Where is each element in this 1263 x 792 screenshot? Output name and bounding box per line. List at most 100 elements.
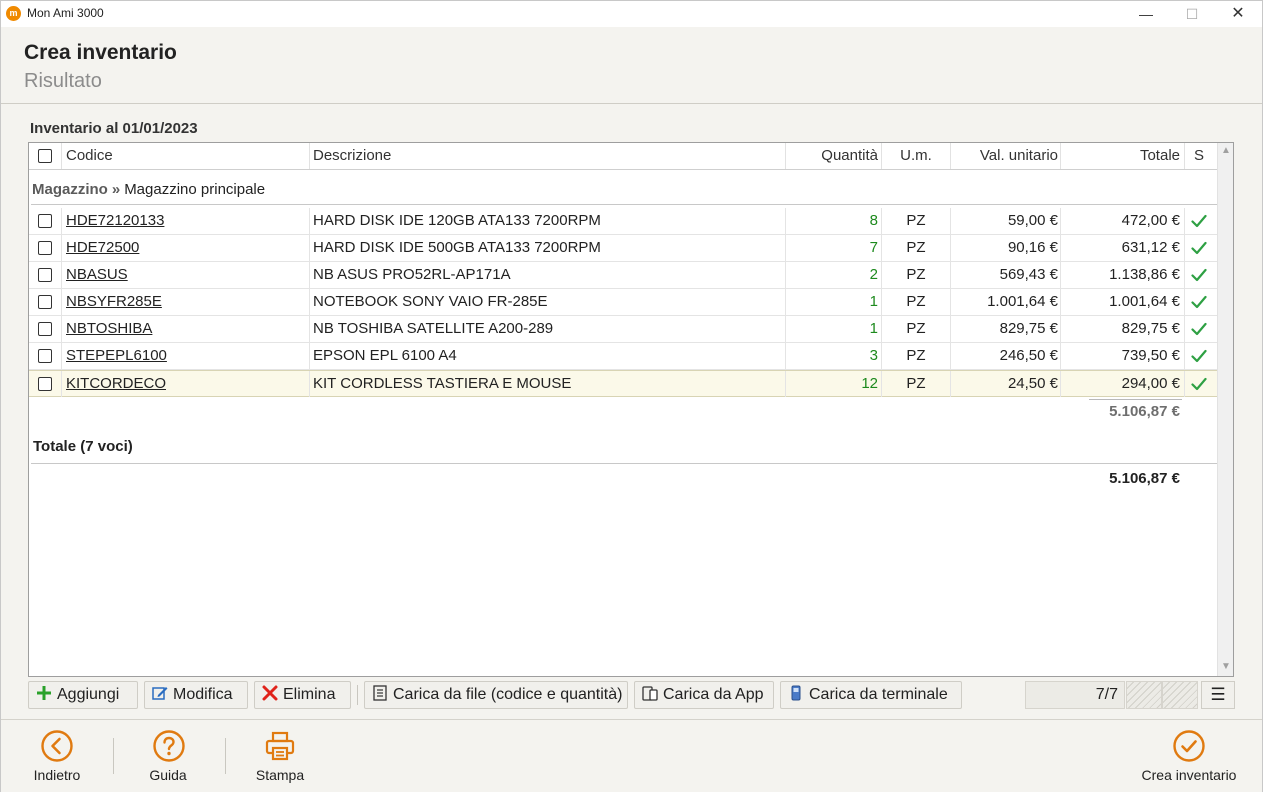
add-button-label: Aggiungi: [57, 686, 120, 703]
row-checkbox[interactable]: [38, 241, 52, 255]
item-unit: PZ: [906, 347, 926, 364]
total-label: Totale (7 voci): [33, 438, 133, 455]
table-row[interactable]: NBASUS NB ASUS PRO52RL-AP171A 2 PZ 569,43 € 1…: [29, 262, 1217, 289]
title-bar: m Mon Ami 3000 — ☐ ✕: [1, 1, 1262, 27]
back-arrow-icon: [41, 730, 73, 762]
item-description: NB ASUS PRO52RL-AP171A: [313, 266, 511, 283]
row-checkbox[interactable]: [38, 349, 52, 363]
main-content: Inventario al 01/01/2023 Codice Descrizi…: [1, 105, 1262, 719]
print-button-label: Stampa: [255, 767, 305, 783]
load-from-app-button[interactable]: Carica da App: [634, 681, 774, 709]
column-header-total[interactable]: Totale: [1062, 143, 1180, 169]
status-check-icon: [1191, 295, 1207, 309]
vertical-scrollbar[interactable]: ▲ ▼: [1217, 143, 1233, 676]
scroll-up-icon[interactable]: ▲: [1218, 143, 1234, 159]
item-unit: PZ: [906, 239, 926, 256]
table-row[interactable]: HDE72120133 HARD DISK IDE 120GB ATA133 72…: [29, 208, 1217, 235]
status-check-icon: [1191, 377, 1207, 391]
maximize-button[interactable]: ☐: [1169, 1, 1215, 27]
item-unit: PZ: [906, 320, 926, 337]
table-row[interactable]: NBSYFR285E NOTEBOOK SONY VAIO FR-285E 1 PZ 1…: [29, 289, 1217, 316]
select-all-checkbox[interactable]: [38, 149, 52, 163]
column-header-code[interactable]: Codice: [66, 143, 113, 169]
status-check-icon: [1191, 241, 1207, 255]
item-description: KIT CORDLESS TASTIERA E MOUSE: [313, 375, 572, 392]
item-quantity: 1: [869, 293, 878, 310]
item-quantity: 3: [869, 347, 878, 364]
breadcrumb-separator: »: [111, 181, 121, 198]
column-header-description[interactable]: Descrizione: [313, 143, 391, 169]
help-button-label: Guida: [149, 767, 187, 783]
row-checkbox[interactable]: [38, 377, 52, 391]
item-code-link[interactable]: HDE72500: [66, 235, 306, 261]
edit-icon: [152, 687, 168, 700]
row-checkbox[interactable]: [38, 295, 52, 309]
disabled-nav-next: [1162, 681, 1198, 709]
section-title: Inventario al 01/01/2023: [30, 120, 198, 137]
table-row[interactable]: STEPEPL6100 EPSON EPL 6100 A4 3 PZ 246,50 € 7…: [29, 343, 1217, 370]
item-unit: PZ: [906, 375, 926, 392]
item-unit: PZ: [906, 293, 926, 310]
column-header-status[interactable]: S: [1185, 143, 1213, 169]
item-unit-value: 1.001,64 €: [987, 293, 1058, 310]
item-description: EPSON EPL 6100 A4: [313, 347, 457, 364]
item-quantity: 7: [869, 239, 878, 256]
item-code-link[interactable]: HDE72120133: [66, 208, 306, 234]
column-header-unit-value[interactable]: Val. unitario: [952, 143, 1058, 169]
page-subtitle: Risultato: [24, 70, 102, 92]
status-check-icon: [1191, 349, 1207, 363]
confirm-check-icon: [1173, 730, 1205, 762]
table-row[interactable]: KITCORDECO KIT CORDLESS TASTIERA E MOUSE 1…: [29, 370, 1217, 397]
group-header: Magazzino» Magazzino principale: [32, 181, 265, 198]
back-button[interactable]: Indietro: [1, 720, 113, 792]
item-description: HARD DISK IDE 500GB ATA133 7200RPM: [313, 239, 601, 256]
item-unit-value: 246,50 €: [999, 347, 1058, 364]
window-title: Mon Ami 3000: [27, 6, 104, 20]
item-code-link[interactable]: STEPEPL6100: [66, 343, 306, 369]
item-code-link[interactable]: NBSYFR285E: [66, 289, 306, 315]
add-button[interactable]: Aggiungi: [28, 681, 138, 709]
item-total: 294,00 €: [1121, 375, 1180, 392]
item-code-link[interactable]: NBTOSHIBA: [66, 316, 306, 342]
row-checkbox[interactable]: [38, 322, 52, 336]
item-quantity: 8: [869, 212, 878, 229]
grid-header: Codice Descrizione Quantità U.m. Val. un…: [29, 143, 1217, 170]
load-from-terminal-button[interactable]: Carica da terminale: [780, 681, 962, 709]
group-level-1: Magazzino: [32, 181, 108, 198]
item-quantity: 12: [861, 375, 878, 392]
item-total: 829,75 €: [1121, 320, 1180, 337]
status-check-icon: [1191, 214, 1207, 228]
item-code-link[interactable]: KITCORDECO: [66, 371, 306, 397]
item-quantity: 1: [869, 320, 878, 337]
item-code-link[interactable]: NBASUS: [66, 262, 306, 288]
edit-button[interactable]: Modifica: [144, 681, 248, 709]
item-description: NB TOSHIBA SATELLITE A200-289: [313, 320, 554, 337]
table-row[interactable]: HDE72500 HARD DISK IDE 500GB ATA133 7200R…: [29, 235, 1217, 262]
minimize-button[interactable]: —: [1123, 1, 1169, 27]
load-from-file-label: Carica da file (codice e quantità): [393, 686, 623, 703]
item-quantity: 2: [869, 266, 878, 283]
table-row[interactable]: NBTOSHIBA NB TOSHIBA SATELLITE A200-289 1 P…: [29, 316, 1217, 343]
print-button[interactable]: Stampa: [226, 720, 336, 792]
delete-button[interactable]: Elimina: [254, 681, 351, 709]
status-check-icon: [1191, 322, 1207, 336]
menu-button[interactable]: ☰: [1201, 681, 1235, 709]
page-title: Crea inventario: [24, 41, 177, 64]
item-unit-value: 829,75 €: [999, 320, 1058, 337]
grand-total: 5.106,87 €: [1109, 470, 1180, 487]
status-check-icon: [1191, 268, 1207, 282]
column-header-unit[interactable]: U.m.: [883, 143, 949, 169]
printer-icon: [265, 731, 295, 761]
load-from-file-button[interactable]: Carica da file (codice e quantità): [364, 681, 628, 709]
row-checkbox[interactable]: [38, 214, 52, 228]
column-header-quantity[interactable]: Quantità: [786, 143, 878, 169]
help-button[interactable]: Guida: [114, 720, 224, 792]
create-inventory-button[interactable]: Crea inventario: [1129, 720, 1249, 792]
scroll-down-icon[interactable]: ▼: [1218, 659, 1234, 675]
item-unit: PZ: [906, 266, 926, 283]
row-checkbox[interactable]: [38, 268, 52, 282]
item-total: 1.001,64 €: [1109, 293, 1180, 310]
footer-bar: Indietro Guida Stampa Crea inventario: [1, 719, 1262, 792]
app-window: m Mon Ami 3000 — ☐ ✕ Crea inventario Ris…: [0, 0, 1263, 792]
close-button[interactable]: ✕: [1215, 1, 1261, 27]
